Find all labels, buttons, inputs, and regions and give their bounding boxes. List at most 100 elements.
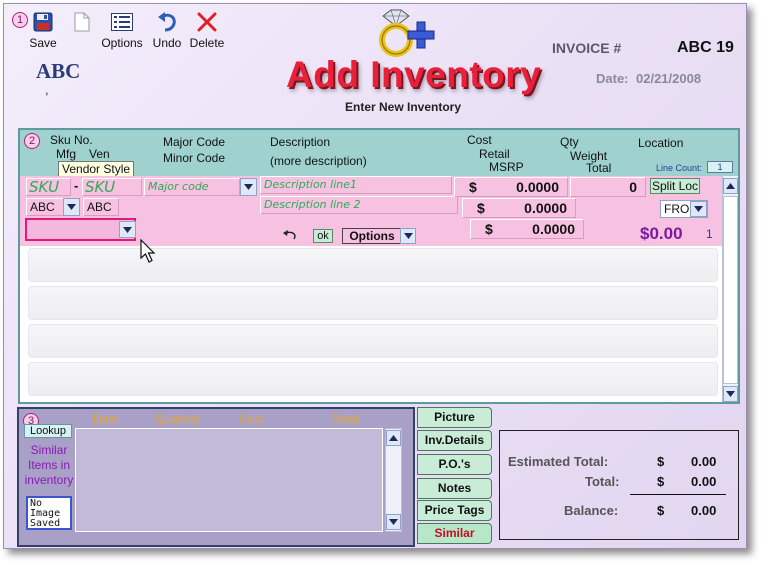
mfg-dropdown[interactable]: [63, 198, 80, 216]
location-dropdown[interactable]: [690, 201, 707, 217]
retail-input[interactable]: $ 0.0000: [462, 198, 576, 218]
header-more-description: (more description): [270, 154, 367, 168]
inventory-grid: 2 Sku No. Mfg Ven Vendor Style Major Cod…: [18, 128, 740, 404]
header-retail: Retail: [479, 147, 510, 161]
scroll-up-button[interactable]: [386, 430, 401, 446]
scroll-down-button[interactable]: [723, 386, 738, 402]
similar-list-scrollbar[interactable]: [385, 428, 402, 532]
qty-input[interactable]: 0: [570, 177, 646, 197]
sku-number-input[interactable]: SKU: [82, 178, 142, 196]
chevron-up-icon: [389, 435, 398, 441]
chevron-up-icon: [726, 183, 735, 189]
vendor-style-select[interactable]: [25, 218, 136, 241]
header-minor-code: Minor Code: [163, 151, 226, 165]
delete-button[interactable]: Delete: [186, 10, 228, 50]
msrp-input[interactable]: $ 0.0000: [470, 219, 584, 239]
document-icon: [70, 10, 94, 34]
entry-row: SKU - SKU Major code Description line1 D…: [20, 176, 722, 246]
estimated-total-value: 0.00: [691, 454, 717, 469]
save-button[interactable]: Save: [28, 10, 58, 50]
header-cost: Cost: [467, 133, 492, 147]
total-value: 0.00: [691, 474, 717, 489]
new-document-button[interactable]: [70, 10, 94, 36]
chevron-down-icon: [123, 226, 132, 233]
header-mfg: Mfg: [56, 147, 77, 161]
options-select[interactable]: Options: [342, 228, 418, 244]
major-code-select[interactable]: Major code: [144, 178, 240, 196]
tab-picture[interactable]: Picture: [417, 407, 492, 428]
section-2-badge: 2: [24, 133, 40, 149]
estimated-total-label: Estimated Total:: [508, 454, 609, 469]
return-arrow-icon[interactable]: [282, 230, 298, 242]
lookup-button[interactable]: Lookup: [24, 424, 72, 438]
undo-label: Undo: [152, 36, 182, 50]
tab-purchase-orders[interactable]: P.O.'s: [417, 454, 492, 475]
estimated-total-currency: $: [657, 454, 665, 469]
column-cost: Cost: [239, 412, 264, 426]
mfg-select[interactable]: ABC: [26, 198, 68, 216]
add-inventory-window: 1 Save Options Undo Delete ABC , Add Inv…: [3, 3, 747, 549]
similar-items-list[interactable]: [75, 428, 383, 532]
tab-inv-details[interactable]: Inv.Details: [417, 430, 492, 451]
major-code-dropdown[interactable]: [240, 178, 257, 196]
location-select[interactable]: FRO: [660, 200, 708, 218]
company-name: ABC: [36, 59, 81, 83]
vendor-style-tooltip: Vendor Style: [58, 161, 135, 177]
sku-prefix-input[interactable]: SKU: [26, 178, 71, 196]
options-dropdown[interactable]: [400, 228, 416, 244]
header-total: Total: [586, 161, 612, 175]
totals-divider: [630, 494, 726, 495]
cost-input[interactable]: $ 0.0000: [454, 177, 568, 197]
similar-items-panel: 3 Date Quantity Cost Retail Lookup Simil…: [17, 407, 415, 547]
options-button[interactable]: Options: [97, 10, 147, 50]
header-major-code: Major Code: [163, 135, 226, 149]
location-value: FRO: [664, 202, 690, 216]
table-row[interactable]: [28, 286, 718, 320]
table-row[interactable]: [28, 248, 718, 282]
table-row[interactable]: [28, 362, 718, 396]
undo-icon: [149, 10, 185, 34]
chevron-down-icon: [403, 233, 413, 239]
similar-items-note: Similar Items in inventory: [24, 443, 74, 487]
retail-value: 0.0000: [524, 200, 567, 216]
sku-separator: -: [74, 178, 79, 193]
vendor-style-dropdown[interactable]: [119, 221, 136, 238]
options-select-label: Options: [342, 228, 402, 244]
balance-label: Balance:: [564, 503, 619, 518]
sku-prefix-placeholder: SKU: [29, 178, 60, 196]
grid-scrollbar[interactable]: [722, 176, 738, 402]
column-date: Date: [93, 412, 119, 426]
save-label: Save: [29, 36, 57, 50]
invoice-number: ABC 19: [677, 39, 734, 56]
tab-notes[interactable]: Notes: [417, 478, 492, 499]
table-row[interactable]: [28, 324, 718, 358]
scroll-down-button[interactable]: [386, 514, 401, 530]
balance-currency: $: [657, 503, 665, 518]
tab-price-tags[interactable]: Price Tags: [417, 500, 492, 521]
tab-similar[interactable]: Similar: [417, 523, 492, 544]
msrp-value: 0.0000: [532, 221, 575, 237]
delete-label: Delete: [189, 36, 225, 50]
description-line2-input[interactable]: Description line 2: [260, 196, 458, 214]
line-count-value: 1: [707, 161, 733, 173]
scroll-track[interactable]: [723, 196, 738, 384]
msrp-currency: $: [485, 221, 493, 237]
ven-input[interactable]: ABC: [83, 198, 119, 216]
mouse-pointer-icon: [140, 239, 156, 263]
grid-header: 2 Sku No. Mfg Ven Vendor Style Major Cod…: [20, 130, 738, 177]
floppy-disk-icon: [28, 10, 58, 34]
description-line1-input[interactable]: Description line1: [260, 176, 452, 194]
qty-value: 0: [629, 179, 637, 195]
header-sku: Sku No.: [50, 133, 93, 147]
scroll-up-button[interactable]: [723, 178, 738, 194]
line-count-label: Line Count:: [656, 163, 703, 173]
mfg-value: ABC: [30, 200, 55, 214]
header-qty: Qty: [560, 135, 579, 149]
date-value: 02/21/2008: [636, 71, 702, 86]
ok-button[interactable]: ok: [313, 229, 333, 243]
chevron-down-icon: [389, 519, 398, 525]
undo-button[interactable]: Undo: [149, 10, 185, 50]
list-icon: [97, 10, 147, 34]
split-location-button[interactable]: Split Loc: [650, 178, 700, 194]
balance-value: 0.00: [691, 503, 717, 518]
